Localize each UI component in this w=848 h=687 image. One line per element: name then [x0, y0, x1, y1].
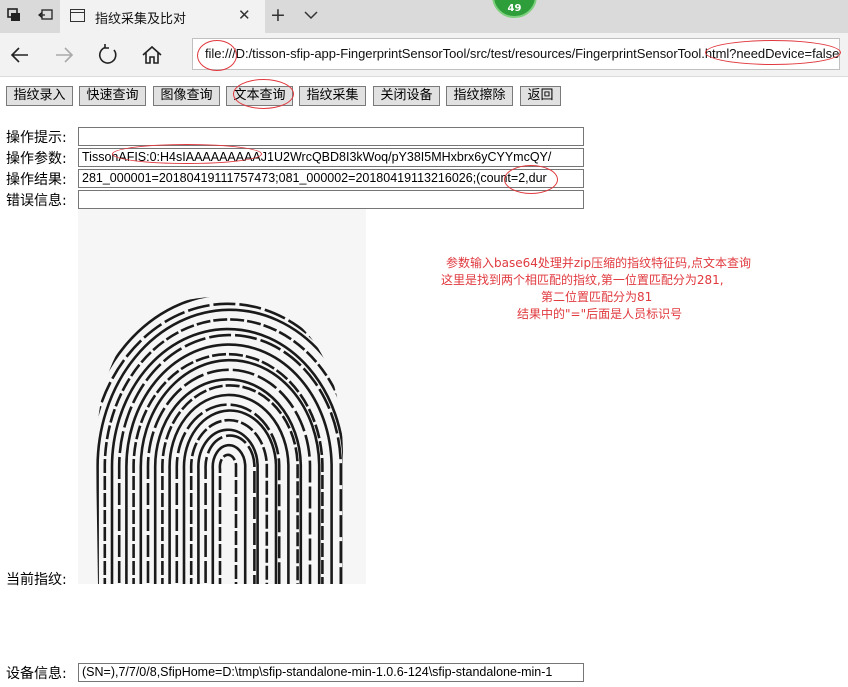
close-device-button[interactable]: 关闭设备: [373, 86, 440, 106]
tab-bar: 指纹采集及比对 ✕ + 49: [0, 0, 848, 33]
enroll-fingerprint-button[interactable]: 指纹录入: [6, 86, 73, 106]
fingerprint-ridge: [146, 368, 312, 584]
fingerprint-label: 当前指纹:: [6, 572, 67, 588]
back-button[interactable]: 返回: [520, 86, 561, 106]
error-label: 错误信息:: [6, 193, 67, 209]
home-icon[interactable]: [140, 43, 164, 67]
annotation-line-4: 结果中的"="后面是人员标识号: [517, 307, 683, 321]
fingerprint-ridge: [168, 393, 290, 584]
tab-actions-icon[interactable]: [4, 7, 24, 27]
highlight-ellipse-query: [705, 40, 841, 65]
capture-fingerprint-button[interactable]: 指纹采集: [299, 86, 366, 106]
fingerprint-ridge: [117, 333, 343, 584]
chevron-down-icon[interactable]: [301, 5, 321, 25]
annotation-line-1: 参数输入base64处理并zip压缩的指纹特征码,点文本查询: [446, 256, 751, 270]
highlight-ellipse-text-query-button: [233, 79, 294, 109]
page-icon: [70, 9, 85, 22]
erase-fingerprint-button[interactable]: 指纹擦除: [446, 86, 513, 106]
fingerprint-image: [78, 209, 366, 584]
hint-field[interactable]: [78, 127, 584, 146]
annotation-line-2: 这里是找到两个相匹配的指纹,第一位置匹配分为281,: [441, 273, 724, 287]
error-field[interactable]: [78, 190, 584, 209]
fingerprint-ridge: [96, 308, 343, 584]
hint-label: 操作提示:: [6, 130, 67, 146]
param-label: 操作参数:: [6, 151, 67, 167]
device-label: 设备信息:: [6, 666, 67, 682]
back-arrow-icon[interactable]: [8, 43, 32, 67]
new-tab-icon[interactable]: +: [270, 4, 286, 26]
device-field[interactable]: (SN=),7/7/0/8,SfipHome=D:\tmp\sfip-stand…: [78, 663, 584, 682]
quick-query-button[interactable]: 快速查询: [79, 86, 146, 106]
fingerprint-ridge: [218, 453, 238, 584]
highlight-ellipse-param: [112, 144, 262, 164]
annotation-line-3: 第二位置匹配分为81: [541, 290, 653, 304]
refresh-icon[interactable]: [96, 43, 120, 67]
image-query-button[interactable]: 图像查询: [153, 86, 220, 106]
url-path: file:///D:/tisson-sfip-app-FingerprintSe…: [205, 46, 705, 61]
close-tab-icon[interactable]: ✕: [238, 6, 251, 24]
highlight-ellipse-count: [504, 165, 558, 194]
tab-active[interactable]: 指纹采集及比对 ✕: [60, 0, 265, 33]
fingerprint-ridge: [161, 384, 299, 584]
set-tabs-aside-icon[interactable]: [36, 7, 56, 27]
highlight-ellipse-file: [197, 40, 237, 71]
fingerprint-ridges: [96, 297, 343, 584]
result-label: 操作结果:: [6, 172, 67, 188]
forward-arrow-icon[interactable]: [52, 43, 76, 67]
tab-title: 指纹采集及比对: [95, 12, 187, 27]
notification-badge: 49: [492, 0, 537, 18]
fingerprint-ridge: [211, 443, 247, 584]
